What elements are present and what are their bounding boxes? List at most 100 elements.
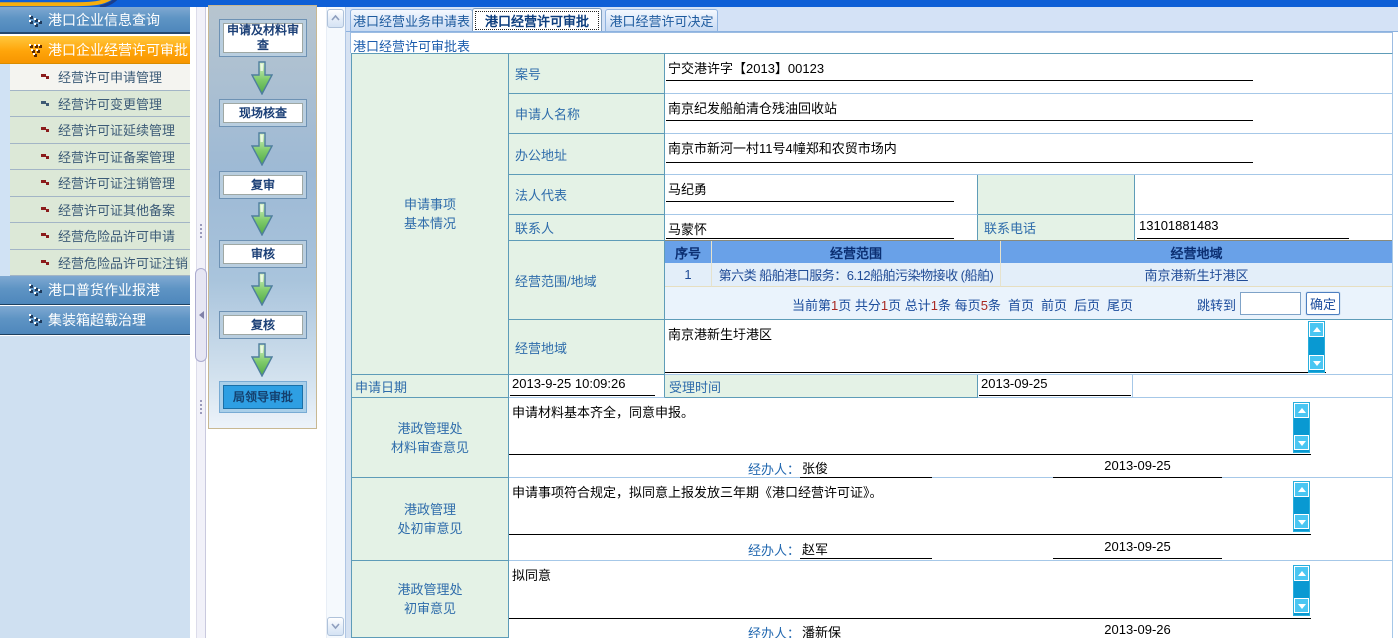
field-label-apply-date: 申请日期 [352, 375, 509, 398]
workflow-step-bureau-leader-approval[interactable]: 局领导审批 [219, 381, 307, 413]
sidebar-subitem-license-cancel-mgmt[interactable]: 经营许可证注销管理 [10, 170, 190, 197]
pagination-total-items: 1 [931, 298, 938, 313]
legal-rep-input[interactable]: 马纪勇 [666, 176, 954, 202]
sidebar-item-enterprise-info-query[interactable]: 港口企业信息查询 [0, 7, 190, 34]
apply-date-input[interactable]: 2013-9-25 10:09:26 [510, 375, 655, 396]
opinion-textarea[interactable]: 拟同意 [512, 565, 1282, 584]
opinion-date-input[interactable]: 2013-09-25 [1053, 539, 1222, 559]
opinion-scrollbar[interactable] [1293, 481, 1310, 532]
pagination-prev-link[interactable]: 前页 [1041, 298, 1067, 313]
scroll-up-button[interactable] [1309, 322, 1324, 337]
group-label-line1: 申请事项 [404, 195, 456, 214]
workflow-step-application-review[interactable]: 申请及材料审查 [219, 19, 307, 57]
scope-row-scope: 第六类 船舶港口服务：6.12船舶污染物接收 (船舶) [712, 263, 1001, 287]
jump-confirm-button[interactable]: 确定 [1306, 292, 1340, 315]
operator-name-input[interactable]: 赵军 [800, 539, 932, 559]
pagination-first-link[interactable]: 首页 [1008, 298, 1034, 313]
opinion-scrollbar[interactable] [1293, 402, 1310, 453]
triangle-up-icon [1298, 571, 1306, 576]
opinion-label-line2: 材料审查意见 [391, 438, 469, 457]
scrollbar-track[interactable] [1294, 581, 1309, 598]
tab-license-decision[interactable]: 港口经营许可决定 [605, 9, 718, 31]
case-no-input[interactable]: 宁交港许字【2013】00123 [666, 55, 1253, 81]
sidebar-item-label: 港口普货作业报港 [48, 280, 160, 300]
splitter-grip-dots [200, 400, 202, 402]
workflow-step-label: 复核 [223, 315, 303, 335]
scroll-up-button[interactable] [1294, 403, 1309, 418]
approval-form-table: 申请事项 基本情况 案号 宁交港许字【2013】00123 申请人名称 南京纪发… [351, 53, 1393, 638]
sidebar-subitem-dangerous-goods-apply[interactable]: 经营危险品许可申请 [10, 223, 190, 250]
accept-time-input[interactable]: 2013-09-25 [979, 375, 1131, 396]
scroll-down-button[interactable] [1294, 435, 1309, 450]
opinion-date-input[interactable]: 2013-09-26 [1053, 622, 1222, 638]
confirm-button-label: 确定 [1310, 294, 1336, 313]
tab-label: 港口经营许可决定 [609, 11, 713, 30]
applicant-input[interactable]: 南京纪发船舶清仓残油回收站 [666, 95, 1253, 121]
sidebar-subitem-license-renewal-mgmt[interactable]: 经营许可证延续管理 [10, 117, 190, 144]
opinion-textarea[interactable]: 申请材料基本齐全，同意申报。 [512, 402, 1282, 421]
scope-table-header-no: 序号 [665, 241, 712, 263]
opinion-label-line1: 港政管理 [397, 500, 462, 519]
triangle-down-icon [1298, 441, 1306, 446]
scrollbar-track[interactable] [1294, 418, 1309, 435]
scrollbar-track[interactable] [1309, 337, 1324, 355]
tab-license-approval[interactable]: 港口经营许可审批 [472, 8, 602, 32]
splitter-grip-dots [200, 224, 202, 226]
workflow-step-final-check[interactable]: 复核 [219, 311, 307, 339]
scrollbar-track[interactable] [1294, 497, 1309, 514]
contact-phone-input[interactable]: 13101881483 [1137, 215, 1349, 239]
triangle-up-icon [1313, 327, 1321, 332]
sidebar-subitem-dangerous-goods-cancel[interactable]: 经营危险品许可证注销 [10, 250, 190, 277]
sidebar-subitem-license-apply-mgmt[interactable]: 经营许可申请管理 [10, 64, 190, 91]
scroll-down-button[interactable] [327, 617, 344, 636]
sidebar-subitem-label: 经营许可变更管理 [58, 94, 162, 113]
pagination-next-link[interactable]: 后页 [1074, 298, 1100, 313]
submenu-arrow-icon [41, 73, 50, 81]
office-address-input[interactable]: 南京市新河一村11号4幢郑和农贸市场内 [666, 135, 1253, 163]
tab-business-application-form[interactable]: 港口经营业务申请表 [350, 9, 473, 31]
jump-page-input[interactable] [1240, 292, 1301, 315]
submenu-arrow-icon [41, 259, 50, 267]
scroll-up-button[interactable] [327, 9, 344, 28]
sidebar-submenu: 经营许可申请管理 经营许可变更管理 经营许可证延续管理 经营许可证备案管理 经营… [0, 64, 190, 276]
flow-down-arrow-icon [251, 343, 273, 377]
opinion-label-line1: 港政管理处 [397, 580, 462, 599]
sidebar-item-container-overload[interactable]: 集装箱超载治理 [0, 306, 190, 335]
operator-name-input[interactable]: 张俊 [800, 458, 932, 478]
scroll-down-button[interactable] [1294, 514, 1309, 529]
sidebar-subitem-license-other-record[interactable]: 经营许可证其他备案 [10, 197, 190, 224]
operator-name-input[interactable]: 潘新保 [800, 622, 932, 638]
submenu-arrow-icon [41, 126, 50, 134]
pagination-last-link[interactable]: 尾页 [1107, 298, 1133, 313]
workflow-step-label: 申请及材料审查 [223, 23, 303, 53]
sidebar-item-label: 港口企业经营许可审批 [48, 40, 188, 60]
sidebar-subitem-license-change-mgmt[interactable]: 经营许可变更管理 [10, 91, 190, 118]
pagination-text: 条 [938, 298, 951, 313]
submenu-arrow-icon [41, 100, 50, 108]
sidebar-item-port-license-approval[interactable]: 港口企业经营许可审批 [0, 36, 190, 64]
submenu-arrow-icon [41, 153, 50, 161]
opinion-textarea[interactable]: 申请事项符合规定，拟同意上报发放三年期《港口经营许可证》。 [512, 482, 1282, 501]
scroll-up-button[interactable] [1294, 482, 1309, 497]
area-scrollbar[interactable] [1308, 321, 1325, 373]
opinion-date-input[interactable]: 2013-09-25 [1053, 458, 1222, 478]
contact-input[interactable]: 马蒙怀 [666, 216, 954, 239]
sidebar-subitem-license-record-mgmt[interactable]: 经营许可证备案管理 [10, 144, 190, 171]
workflow-step-recheck[interactable]: 复审 [219, 171, 307, 199]
opinion-scrollbar[interactable] [1293, 565, 1310, 616]
workflow-step-site-check[interactable]: 现场核查 [219, 99, 307, 127]
sidebar-item-general-cargo-report[interactable]: 港口普货作业报港 [0, 276, 190, 305]
scroll-down-button[interactable] [1309, 355, 1324, 370]
area-textarea[interactable]: 南京港新生圩港区 [668, 324, 1298, 343]
main-scrollbar-track[interactable] [326, 7, 345, 638]
expanded-arrow-dots-icon [29, 44, 42, 57]
pagination-text: 当前第 [792, 298, 831, 313]
operator-label: 经办人： [748, 623, 800, 638]
tab-focus-outline [475, 11, 599, 30]
workflow-step-audit[interactable]: 审核 [219, 240, 307, 268]
pagination-text: 共分 [855, 298, 881, 313]
empty-cell [1135, 175, 1392, 215]
scroll-down-button[interactable] [1294, 598, 1309, 613]
scroll-up-button[interactable] [1294, 566, 1309, 581]
opinion-textarea-border [509, 534, 1311, 535]
